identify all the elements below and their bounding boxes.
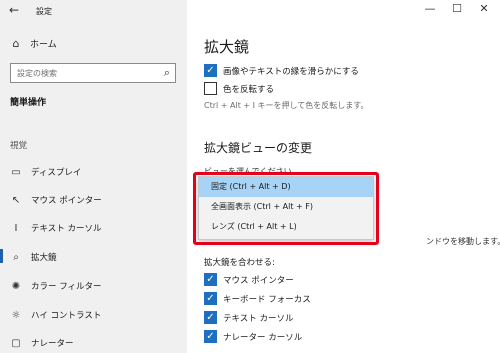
group-label: 視覚 [10, 141, 28, 151]
sidebar: ← 設定 ⌂ ホーム 設定の検索 ⌕ 簡単操作 視覚 ▭ ディスプレイ ↖ マウ… [0, 0, 187, 353]
narrator-icon: ▢ [11, 337, 21, 349]
follow-mouse-pointer-label: マウス ポインター [223, 275, 294, 286]
sidebar-item-text-cursor[interactable]: I テキスト カーソル [10, 222, 102, 235]
smooth-edges-label: 画像やテキストの縁を滑らかにする [223, 66, 359, 77]
sidebar-item-label: 拡大鏡 [31, 253, 57, 263]
search-placeholder: 設定の検索 [17, 69, 57, 78]
sidebar-item-label: テキスト カーソル [31, 224, 102, 234]
arrow-left-icon[interactable]: ← [9, 3, 19, 17]
sidebar-item-home[interactable]: ⌂ ホーム [10, 37, 57, 50]
section-title: 簡単操作 [10, 98, 47, 108]
follow-narrator-cursor-row[interactable]: ✓ ナレーター カーソル [204, 330, 302, 343]
view-section-title: 拡大鏡ビューの変更 [204, 141, 313, 155]
sidebar-item-label: マウス ポインター [31, 196, 102, 206]
invert-colors-label: 色を反転する [223, 84, 275, 95]
high-contrast-icon: ☼ [11, 309, 21, 321]
invert-colors-checkbox-row[interactable]: 色を反転する [204, 82, 274, 95]
follow-text-cursor-checkbox[interactable]: ✓ [204, 311, 217, 324]
sidebar-item-narrator[interactable]: ▢ ナレーター [10, 337, 74, 350]
smooth-edges-checkbox-row[interactable]: ✓ 画像やテキストの縁を滑らかにする [204, 64, 359, 77]
sidebar-home-label: ホーム [30, 40, 57, 50]
follow-label: 拡大鏡を合わせる: [204, 258, 275, 268]
sidebar-item-label: ディスプレイ [31, 168, 82, 178]
sidebar-item-magnifier[interactable]: ⌕ 拡大鏡 [0, 249, 57, 263]
follow-keyboard-focus-row[interactable]: ✓ キーボード フォーカス [204, 292, 311, 305]
follow-mouse-pointer-checkbox[interactable]: ✓ [204, 273, 217, 286]
sidebar-item-high-contrast[interactable]: ☼ ハイ コントラスト [10, 309, 102, 322]
background-hint-text: ンドウを移動します。 [426, 237, 500, 246]
text-cursor-icon: I [14, 222, 18, 234]
follow-narrator-cursor-label: ナレーター カーソル [223, 332, 303, 343]
follow-text-cursor-label: テキスト カーソル [223, 313, 294, 324]
sidebar-item-display[interactable]: ▭ ディスプレイ [10, 166, 82, 179]
smooth-edges-checkbox[interactable]: ✓ [204, 64, 217, 77]
search-input[interactable]: 設定の検索 ⌕ [10, 63, 176, 83]
sidebar-item-mouse-pointer[interactable]: ↖ マウス ポインター [10, 194, 102, 207]
sidebar-item-label: ハイ コントラスト [31, 311, 102, 321]
mouse-pointer-icon: ↖ [11, 194, 21, 206]
invert-colors-checkbox[interactable] [204, 82, 217, 95]
follow-mouse-pointer-row[interactable]: ✓ マウス ポインター [204, 273, 294, 286]
magnifier-icon: ⌕ [13, 251, 19, 263]
color-filter-icon: ✺ [11, 280, 21, 292]
sidebar-item-color-filter[interactable]: ✺ カラー フィルター [10, 280, 102, 293]
home-icon: ⌂ [12, 37, 20, 50]
display-icon: ▭ [11, 166, 21, 178]
follow-narrator-cursor-checkbox[interactable]: ✓ [204, 330, 217, 343]
window-title: 設定 [36, 7, 52, 16]
highlight-box [193, 172, 379, 245]
follow-keyboard-focus-label: キーボード フォーカス [223, 294, 311, 305]
search-icon[interactable]: ⌕ [164, 66, 170, 80]
follow-keyboard-focus-checkbox[interactable]: ✓ [204, 292, 217, 305]
follow-text-cursor-row[interactable]: ✓ テキスト カーソル [204, 311, 293, 324]
invert-hint: Ctrl + Alt + I キーを押して色を反転します。 [204, 101, 369, 110]
sidebar-item-label: カラー フィルター [31, 282, 102, 292]
sidebar-item-label: ナレーター [31, 339, 74, 349]
page-title: 拡大鏡 [204, 38, 250, 56]
